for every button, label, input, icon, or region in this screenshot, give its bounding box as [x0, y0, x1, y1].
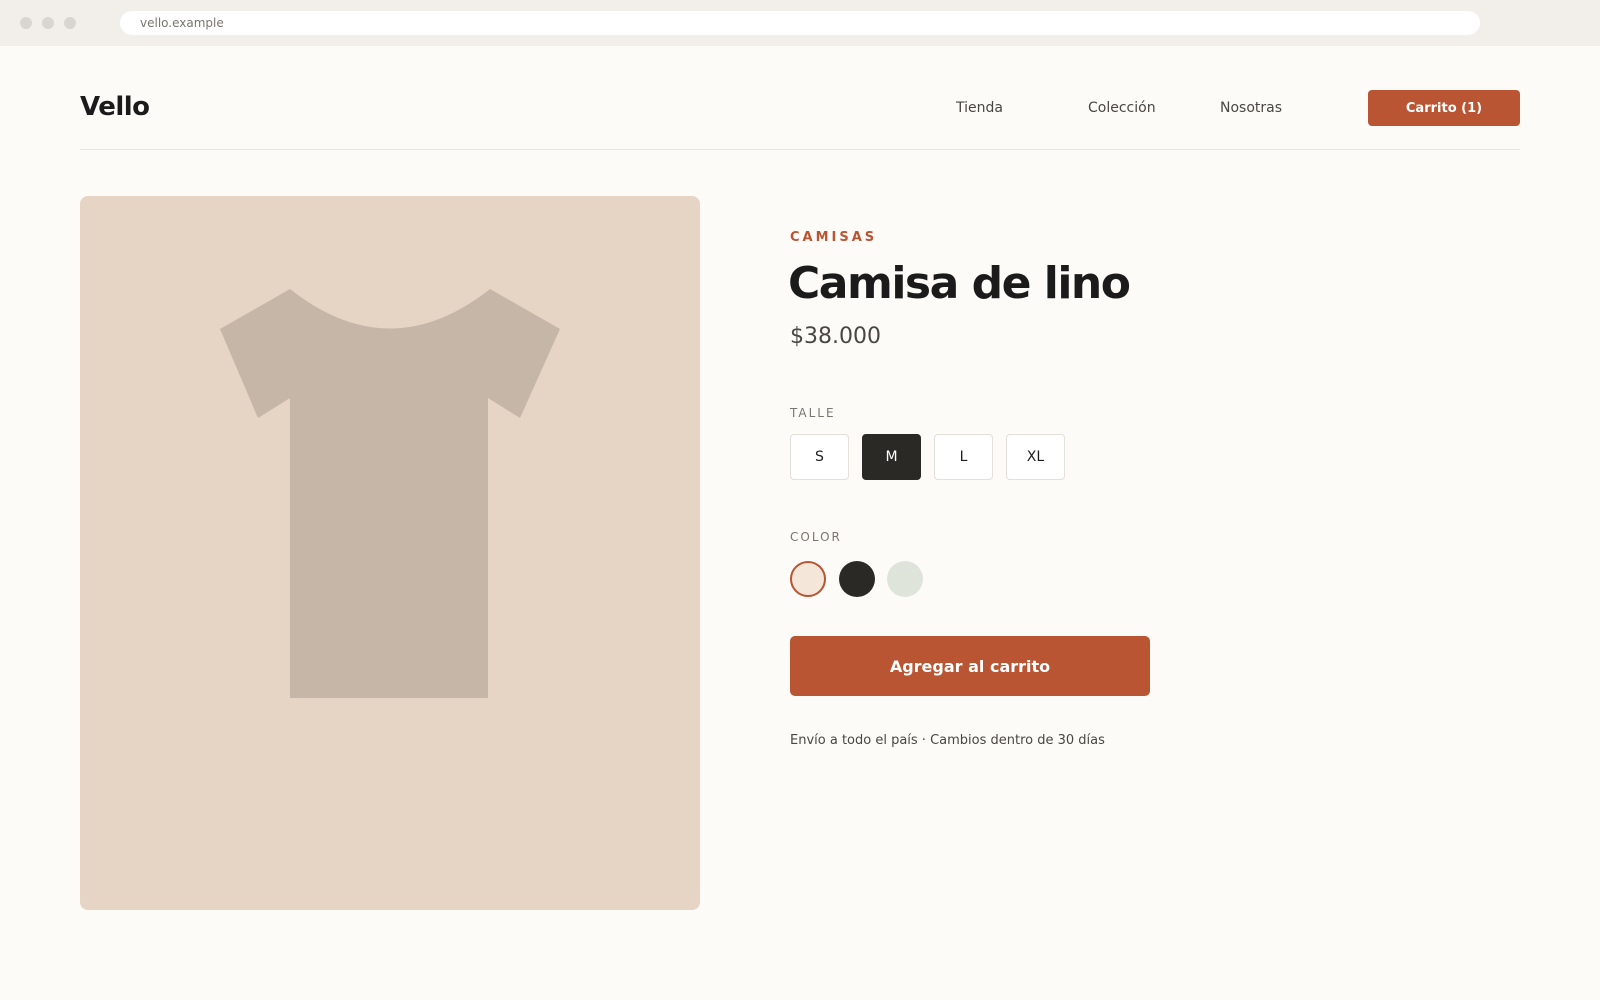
product-price: $38.000 [790, 324, 881, 349]
nav-link-nosotras[interactable]: Nosotras [1220, 100, 1282, 116]
size-option-l[interactable]: L [934, 434, 993, 480]
nav-link-coleccion[interactable]: Colección [1088, 100, 1156, 116]
color-swatch-black[interactable] [839, 561, 875, 597]
address-bar[interactable]: vello.example [120, 11, 1480, 35]
header-divider [80, 149, 1520, 150]
product-category: CAMISAS [790, 230, 878, 245]
site-logo[interactable]: Vello [80, 92, 150, 122]
window-close-dot[interactable] [20, 17, 32, 29]
window-maximize-dot[interactable] [64, 17, 76, 29]
color-swatch-cream[interactable] [790, 561, 826, 597]
cart-button[interactable]: Carrito (1) [1368, 90, 1520, 126]
add-to-cart-button[interactable]: Agregar al carrito [790, 636, 1150, 696]
color-swatch-sage[interactable] [887, 561, 923, 597]
product-title: Camisa de lino [788, 258, 1131, 309]
color-label: COLOR [790, 530, 842, 544]
window-minimize-dot[interactable] [42, 17, 54, 29]
shipping-note: Envío a todo el país · Cambios dentro de… [790, 733, 1105, 748]
product-image [80, 196, 700, 910]
size-label: TALLE [790, 406, 836, 420]
browser-chrome: vello.example [0, 0, 1600, 46]
size-option-m[interactable]: M [862, 434, 921, 480]
nav-link-tienda[interactable]: Tienda [956, 100, 1003, 116]
size-option-s[interactable]: S [790, 434, 849, 480]
size-option-xl[interactable]: XL [1006, 434, 1065, 480]
tshirt-icon [220, 289, 560, 698]
